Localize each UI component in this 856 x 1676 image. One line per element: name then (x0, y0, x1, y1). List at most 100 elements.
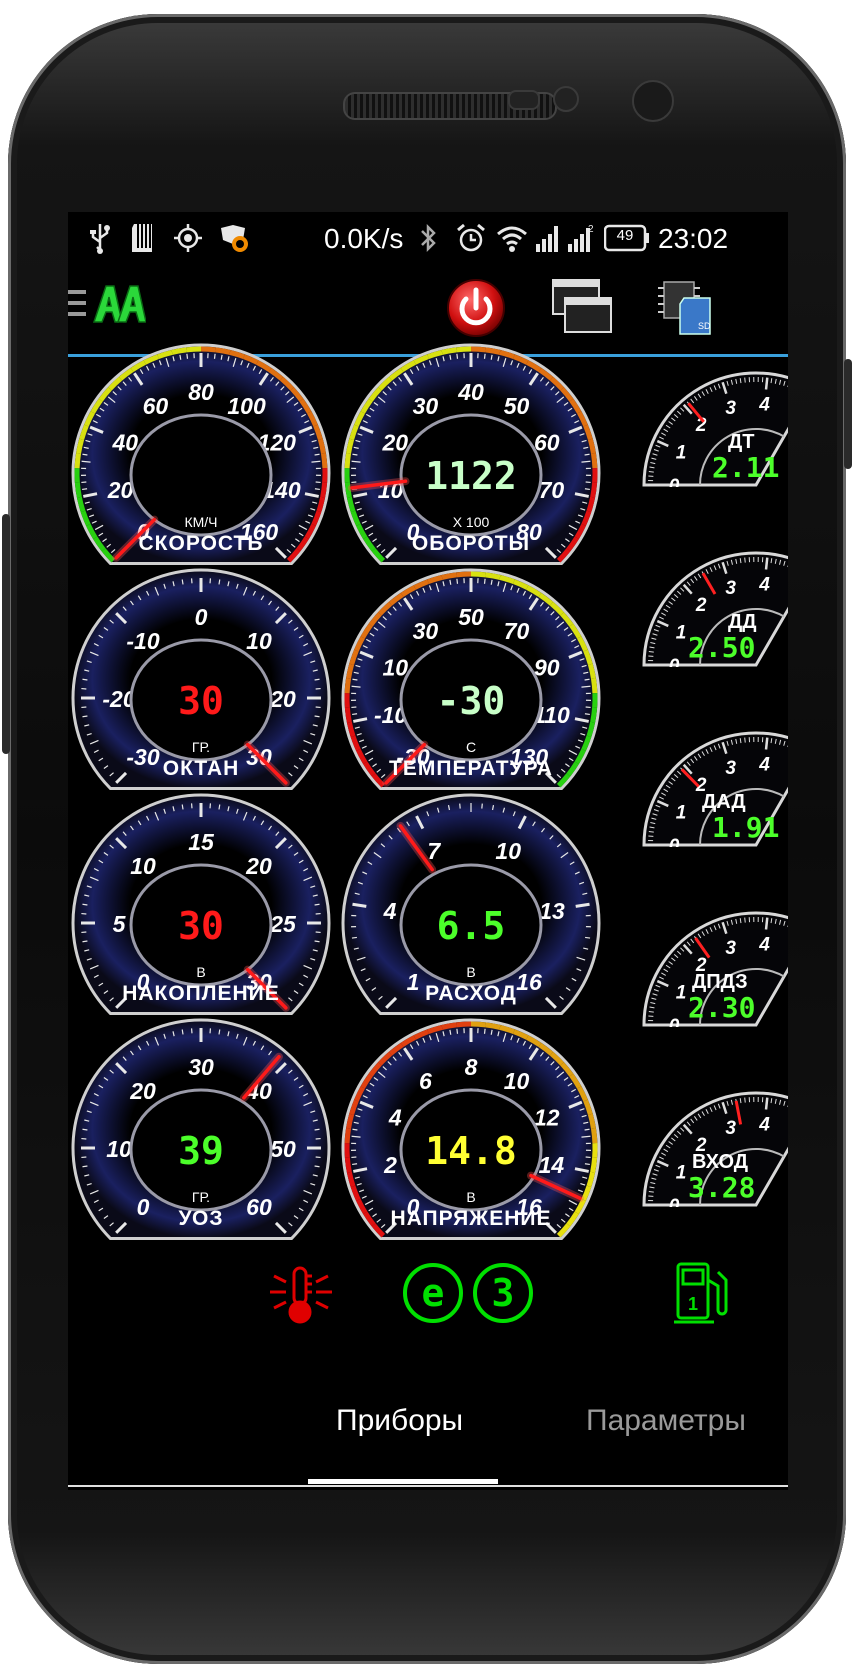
mini-gauge-4: 012345ВХОД3.28 (606, 1087, 788, 1207)
mini-gauge-tick-label: 4 (758, 934, 770, 955)
gauge-arc-segment (456, 1021, 472, 1028)
gauge-tick (584, 678, 590, 681)
sd-chip-icon[interactable]: SD (658, 276, 716, 341)
gauge-arc-segment (591, 1128, 598, 1144)
gauge-tick (584, 453, 590, 456)
gauge-arc-segment (441, 347, 457, 355)
gauge-tick-label: 10 (106, 1136, 132, 1162)
gauge-tick (218, 1029, 221, 1035)
mini-gauge-tick (744, 917, 746, 923)
mini-gauge-tick-label: 0 (669, 1196, 680, 1207)
gauge-7: 0 2 4 6 8 10 12 14 16 14.8 В НАПРЯЖЕНИЕ (338, 1015, 604, 1240)
gauge-tick (82, 453, 88, 456)
gauge-arc-segment (344, 707, 352, 723)
gauge-arc-segment (171, 347, 187, 355)
gauge-tick-label: 90 (534, 655, 560, 681)
gauge-title: ТЕМПЕРАТУРА (389, 757, 553, 780)
gauge-tick (218, 579, 221, 585)
gauge-tick-label: 60 (534, 430, 560, 456)
windows-icon[interactable] (551, 278, 615, 341)
gauge-tick-label: 20 (107, 477, 134, 503)
gauge-tick (82, 488, 88, 491)
gauge-tick (483, 1028, 486, 1034)
gauge-tick-label: 10 (504, 1068, 530, 1094)
mini-gauge-value: 2.50 (688, 631, 756, 664)
gauge-arc-segment (587, 438, 596, 455)
gauge-tick (584, 1128, 590, 1131)
gauge-tick (456, 1028, 459, 1034)
gauge-tick (314, 678, 320, 681)
gauge-tick-label: 10 (495, 838, 521, 864)
gauge-arc-segment (200, 346, 216, 353)
gauge-title: ОКТАН (162, 757, 240, 780)
gauge-tick-label: 40 (111, 430, 138, 456)
gauge-tick (314, 488, 320, 491)
gauge-title: НАКОПЛЕНИЕ (122, 982, 280, 1005)
gps-icon (173, 222, 203, 261)
gauge-title: ОБОРОТЫ (411, 532, 531, 555)
svg-text:3: 3 (492, 1271, 515, 1315)
mini-gauge-tick-label: 4 (758, 574, 770, 595)
gauge-arc-segment (456, 571, 472, 578)
sd-card-icon (130, 222, 156, 261)
gauge-unit: В (466, 964, 476, 980)
mini-gauge-tick (764, 1097, 769, 1110)
gauge-tick (483, 578, 486, 584)
mini-gauge-tick (764, 377, 769, 390)
gauge-tick (352, 1128, 358, 1131)
mini-gauge-0: 012345ДТ2.11 (606, 367, 788, 487)
gauge-tick-label: 20 (245, 853, 272, 879)
gauge-arc-segment (470, 571, 486, 578)
mini-gauge-tick (648, 830, 654, 833)
gauge-tick-label: -10 (126, 628, 159, 654)
gauge-4: 05101520253030ВНАКОПЛЕНИЕ (68, 790, 334, 1015)
gauge-tick-label: 4 (383, 898, 397, 924)
gauge-value: 14.8 (425, 1129, 517, 1173)
gauge-unit: КМ/Ч (184, 514, 218, 530)
usb-icon (88, 222, 112, 261)
app-logo-icon[interactable]: AA (92, 280, 147, 331)
tab-pribory[interactable]: Приборы (336, 1404, 463, 1438)
mini-gauge-tick (744, 1097, 746, 1103)
gauge-tick (456, 578, 459, 584)
gauge-tick-label: 60 (143, 393, 169, 419)
gauge-arc-segment (344, 453, 351, 469)
mini-gauge-tick-label: 3 (725, 578, 736, 599)
gauge-tick (314, 715, 320, 718)
gauge-tick (82, 903, 88, 906)
gauge-arc-segment (344, 678, 351, 694)
gauge-value: 30 (178, 904, 224, 948)
gauge-tick (82, 940, 88, 943)
gauge-arc-segment (74, 453, 81, 469)
mini-gauge-tick (744, 737, 746, 743)
gauge-tick-label: 10 (130, 853, 156, 879)
battery-level: 49 (616, 227, 634, 244)
mini-gauge-tick (764, 557, 769, 570)
bluetooth-icon (418, 222, 438, 261)
gauge-tick (483, 353, 486, 359)
menu-icon[interactable] (68, 286, 86, 325)
mini-gauge-value: 2.11 (712, 451, 780, 484)
mini-gauge-tick-label: 1 (676, 1163, 687, 1184)
gauge-arc-segment (215, 347, 231, 355)
tab-bar-divider (68, 1485, 788, 1487)
tab-parametry[interactable]: Параметры (586, 1404, 746, 1438)
gauge-tick (314, 1128, 320, 1131)
mini-gauge-tick (648, 1190, 654, 1193)
gauge-tick (82, 678, 88, 681)
gauge-tick-label: 6 (419, 1068, 432, 1094)
gauge-arc-segment (590, 482, 598, 498)
light-sensor (553, 86, 579, 112)
power-icon[interactable] (446, 278, 506, 343)
mini-gauge-tick-label: 4 (758, 394, 770, 415)
gauge-arc-segment (456, 346, 472, 353)
gauge-tick-label: 50 (270, 1136, 296, 1162)
volume-button (2, 514, 10, 754)
gauge-arc-segment (346, 663, 355, 680)
gauge-arc-segment (485, 572, 501, 580)
gauge-value: 30 (178, 679, 224, 723)
economy-mode-icon: e3 (402, 1262, 536, 1329)
mini-gauge-2: 012345ДАД1.91 (606, 727, 788, 847)
gauge-value: 39 (178, 1129, 224, 1173)
gauge-tick (351, 936, 357, 939)
